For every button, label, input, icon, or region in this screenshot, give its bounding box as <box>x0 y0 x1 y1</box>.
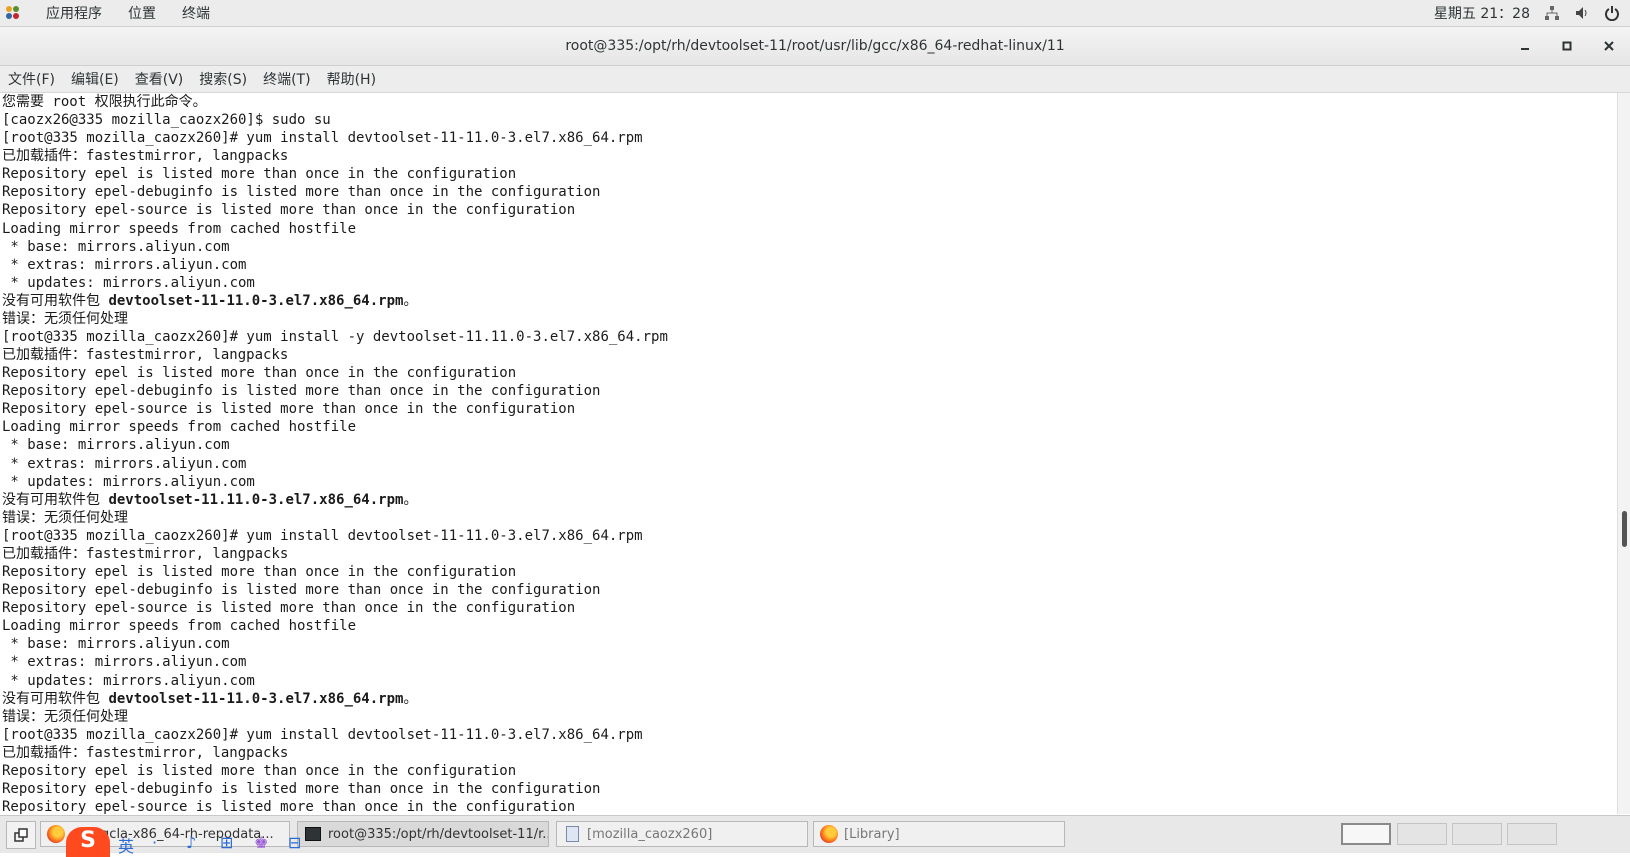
network-icon[interactable] <box>1544 5 1560 21</box>
terminal-line: Repository epel-debuginfo is listed more… <box>2 383 601 400</box>
ime-punctuation-toggle[interactable]: · <box>152 833 157 852</box>
window-controls <box>1514 27 1620 65</box>
terminal-line: 没有可用软件包 devtoolset-11-11.0-3.el7.x86_64.… <box>0 292 1617 310</box>
terminal-line: * base: mirrors.aliyun.com <box>2 238 230 255</box>
workspace-4[interactable] <box>1507 823 1557 845</box>
terminal-line: 已加载插件：fastestmirror, langpacks <box>2 545 289 562</box>
package-name: devtoolset-11.11.0-3.el7.x86_64.rpm <box>108 491 404 508</box>
task-label: [mozilla_caozx260] <box>587 826 713 842</box>
terminal-line: * extras: mirrors.aliyun.com <box>2 256 247 273</box>
terminal-line: 错误：无须任何处理 <box>2 310 128 327</box>
system-tray: 星期五 21：28 <box>1434 0 1620 26</box>
terminal-output[interactable]: 您需要 root 权限执行此命令。 [caozx26@335 mozilla_ca… <box>0 93 1617 814</box>
terminal-line: Repository epel-source is listed more th… <box>2 202 576 219</box>
workspace-3[interactable] <box>1452 823 1502 845</box>
terminal-line: Repository epel is listed more than once… <box>2 166 517 183</box>
terminal-line: [root@335 mozilla_caozx260]# yum install… <box>2 130 643 147</box>
terminal-line: Loading mirror speeds from cached hostfi… <box>2 220 357 237</box>
package-name: devtoolset-11-11.0-3.el7.x86_64.rpm <box>108 292 404 309</box>
terminal-line: * updates: mirrors.aliyun.com <box>2 473 255 490</box>
ime-voice-icon[interactable]: ♪ <box>186 833 196 852</box>
terminal-line: 错误：无须任何处理 <box>2 708 128 725</box>
terminal-line: * extras: mirrors.aliyun.com <box>2 455 247 472</box>
terminal-menu[interactable]: 终端 <box>182 3 210 23</box>
terminal-line: 没有可用软件包 devtoolset-11-11.0-3.el7.x86_64.… <box>0 690 1617 708</box>
terminal-line: Repository epel-source is listed more th… <box>2 799 576 814</box>
terminal-line: 您需要 root 权限执行此命令。 <box>2 94 207 110</box>
ime-keyboard-icon[interactable]: ⊞ <box>220 833 233 852</box>
ime-skin-icon[interactable]: ♚ <box>254 833 268 852</box>
taskbar-item-library[interactable]: [Library] <box>813 821 1065 847</box>
menu-help[interactable]: 帮助(H) <box>327 69 376 89</box>
terminal-line: 已加载插件：fastestmirror, langpacks <box>2 744 289 761</box>
terminal-line: [root@335 mozilla_caozx260]# yum install… <box>2 329 668 346</box>
taskbar-item-terminal[interactable]: root@335:/opt/rh/devtoolset-11/r... <box>297 821 549 847</box>
show-desktop-button[interactable] <box>6 821 36 849</box>
terminal-line: [root@335 mozilla_caozx260]# yum install… <box>2 726 643 743</box>
task-label: [Library] <box>844 826 900 842</box>
applications-menu[interactable]: 应用程序 <box>46 3 102 23</box>
volume-icon[interactable] <box>1574 5 1590 21</box>
terminal-line: Repository epel-debuginfo is listed more… <box>2 582 601 599</box>
firefox-icon <box>820 825 838 843</box>
task-label: root@335:/opt/rh/devtoolset-11/r... <box>328 826 548 842</box>
power-icon[interactable] <box>1604 5 1620 21</box>
terminal-line: Repository epel-debuginfo is listed more… <box>2 780 601 797</box>
ime-language-toggle[interactable]: 英 <box>118 833 134 857</box>
terminal-line: 错误：无须任何处理 <box>2 509 128 526</box>
terminal-line: [root@335 mozilla_caozx260]# yum install… <box>2 527 643 544</box>
menu-terminal[interactable]: 终端(T) <box>263 69 310 89</box>
sogou-ime-logo[interactable]: S <box>66 827 110 857</box>
ime-toolbar[interactable]: S 英 · ♪ ⊞ ♚ ⊟ <box>60 827 320 857</box>
top-panel: 应用程序 位置 终端 星期五 21：28 <box>0 0 1630 27</box>
menu-search[interactable]: 搜索(S) <box>199 69 247 89</box>
terminal-line: Repository epel is listed more than once… <box>2 365 517 382</box>
maximize-icon[interactable] <box>1556 35 1578 57</box>
close-icon[interactable] <box>1598 35 1620 57</box>
terminal-line: * base: mirrors.aliyun.com <box>2 437 230 454</box>
terminal-line: * extras: mirrors.aliyun.com <box>2 654 247 671</box>
menu-file[interactable]: 文件(F) <box>8 69 55 89</box>
terminal-line: Repository epel is listed more than once… <box>2 762 517 779</box>
terminal-line: 已加载插件：fastestmirror, langpacks <box>2 347 289 364</box>
terminal-menubar: 文件(F) 编辑(E) 查看(V) 搜索(S) 终端(T) 帮助(H) <box>0 66 1630 93</box>
window-title: root@335:/opt/rh/devtoolset-11/root/usr/… <box>565 38 1065 54</box>
terminal-line-prefix: 没有可用软件包 <box>2 292 109 309</box>
applications-icon <box>6 6 20 20</box>
terminal-line: * updates: mirrors.aliyun.com <box>2 672 255 689</box>
terminal-line: Repository epel-source is listed more th… <box>2 401 576 418</box>
workspace-2[interactable] <box>1397 823 1447 845</box>
terminal-line: 已加载插件：fastestmirror, langpacks <box>2 148 289 165</box>
file-manager-icon <box>563 825 581 843</box>
terminal-line: Loading mirror speeds from cached hostfi… <box>2 419 357 436</box>
terminal-line: 没有可用软件包 devtoolset-11.11.0-3.el7.x86_64.… <box>0 491 1617 509</box>
clock[interactable]: 星期五 21：28 <box>1434 3 1530 23</box>
terminal-scrollbar[interactable] <box>1617 93 1630 814</box>
scrollbar-thumb[interactable] <box>1622 511 1627 547</box>
window-titlebar[interactable]: root@335:/opt/rh/devtoolset-11/root/usr/… <box>0 27 1630 66</box>
terminal-line: Repository epel-source is listed more th… <box>2 600 576 617</box>
minimize-icon[interactable] <box>1514 35 1536 57</box>
terminal-line-prefix: 没有可用软件包 <box>2 491 109 508</box>
places-menu[interactable]: 位置 <box>128 3 156 23</box>
panel-menu: 应用程序 位置 终端 <box>0 0 236 26</box>
terminal-line: * base: mirrors.aliyun.com <box>2 636 230 653</box>
ime-toolbox-icon[interactable]: ⊟ <box>288 833 301 852</box>
package-name: devtoolset-11-11.0-3.el7.x86_64.rpm <box>108 690 404 707</box>
terminal-line: Repository epel-debuginfo is listed more… <box>2 184 601 201</box>
terminal-line: Repository epel is listed more than once… <box>2 564 517 581</box>
terminal-line-suffix: 。 <box>403 292 418 309</box>
taskbar-item-file-manager[interactable]: [mozilla_caozx260] <box>556 821 808 847</box>
terminal-line: Loading mirror speeds from cached hostfi… <box>2 618 357 635</box>
terminal-line: * updates: mirrors.aliyun.com <box>2 274 255 291</box>
terminal-line-suffix: 。 <box>403 491 418 508</box>
menu-edit[interactable]: 编辑(E) <box>71 69 119 89</box>
terminal-line-suffix: 。 <box>403 690 418 707</box>
menu-view[interactable]: 查看(V) <box>135 69 184 89</box>
terminal-line-prefix: 没有可用软件包 <box>2 690 109 707</box>
workspace-1[interactable] <box>1341 823 1391 845</box>
terminal-line: [caozx26@335 mozilla_caozx260]$ sudo su <box>2 112 331 129</box>
